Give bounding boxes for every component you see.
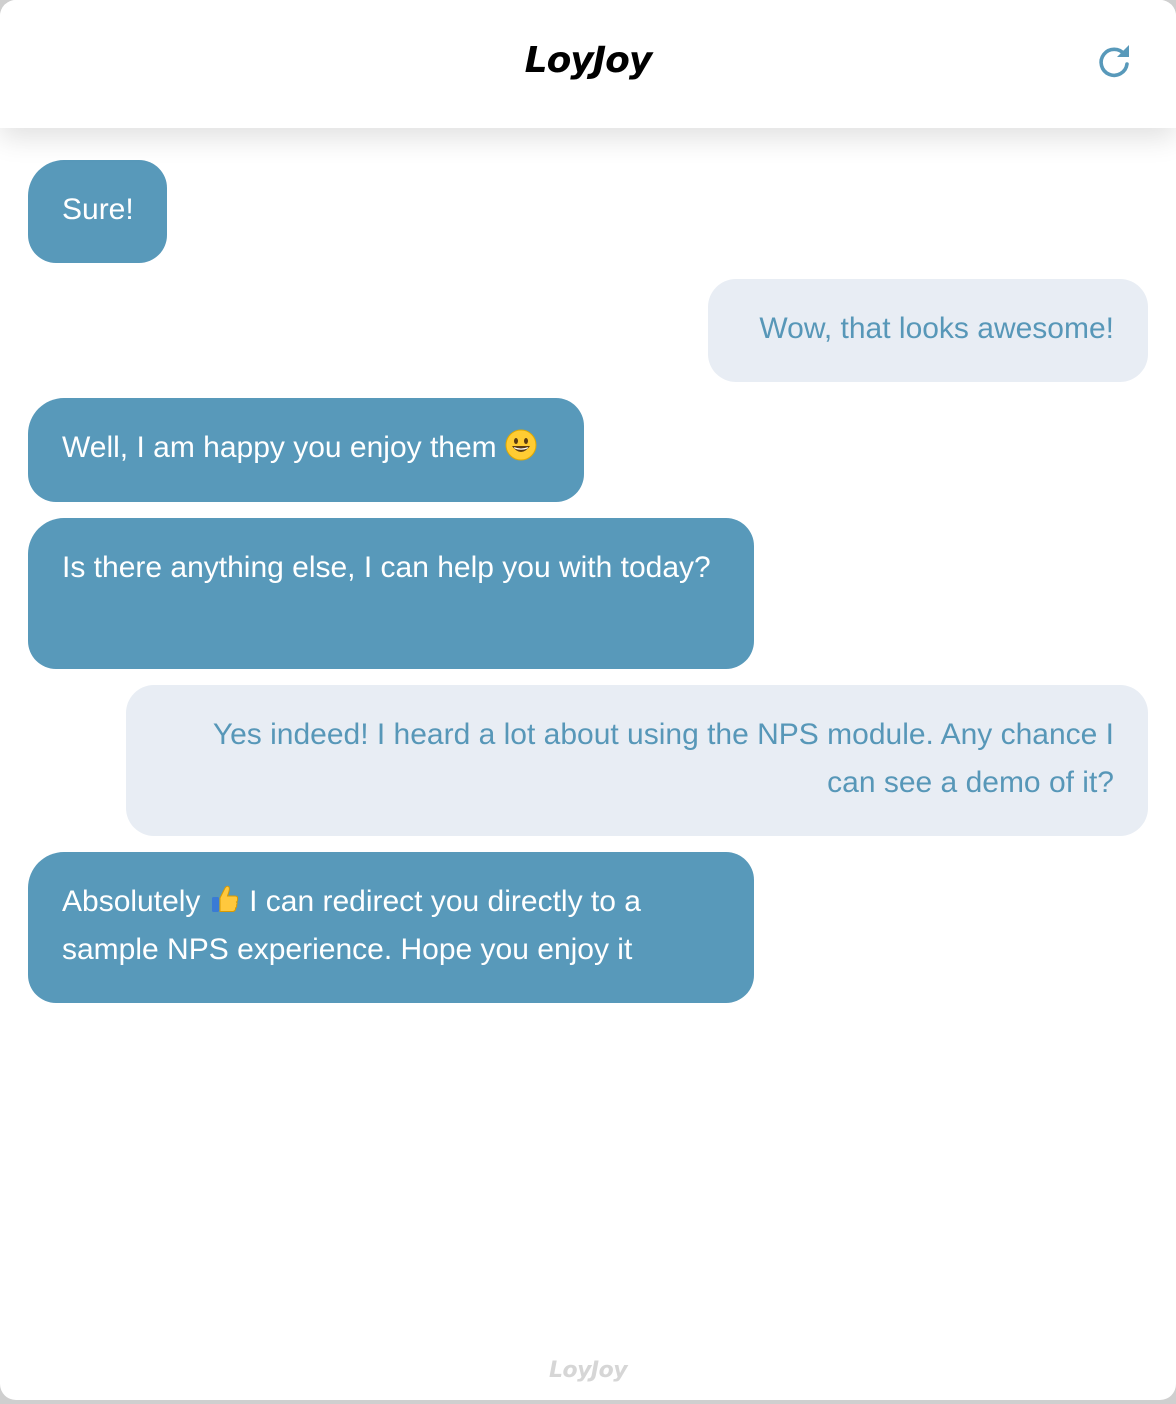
bot-message: Is there anything else, I can help you w… xyxy=(28,518,754,669)
message-text: Is there anything else, I can help you w… xyxy=(62,551,711,584)
grinning-face-emoji-icon xyxy=(505,428,537,461)
message-list: Sure! Wow, that looks awesome! Well, I a… xyxy=(0,128,1176,1348)
bot-message: Well, I am happy you enjoy them xyxy=(28,398,584,502)
footer-brand-logo: LoyJoy xyxy=(548,1358,628,1383)
thumbs-up-emoji-icon xyxy=(209,882,241,914)
brand-logo: LoyJoy xyxy=(524,40,653,81)
message-text: Wow, that looks awesome! xyxy=(759,312,1114,345)
refresh-icon[interactable] xyxy=(1094,42,1134,82)
chat-header: LoyJoy xyxy=(0,0,1176,128)
user-message: Wow, that looks awesome! xyxy=(708,279,1148,382)
message-text: Sure! xyxy=(62,193,134,226)
chat-window: LoyJoy Sure! Wow, that looks awesome! We… xyxy=(0,0,1176,1400)
bot-message: Sure! xyxy=(28,160,167,263)
message-text: Well, I am happy you enjoy them xyxy=(62,431,497,464)
message-text: Yes indeed! I heard a lot about using th… xyxy=(212,718,1114,799)
bot-message: Absolutely I can redirect you directly t… xyxy=(28,852,754,1003)
user-message: Yes indeed! I heard a lot about using th… xyxy=(126,685,1148,836)
message-text-start: Absolutely xyxy=(62,885,201,918)
